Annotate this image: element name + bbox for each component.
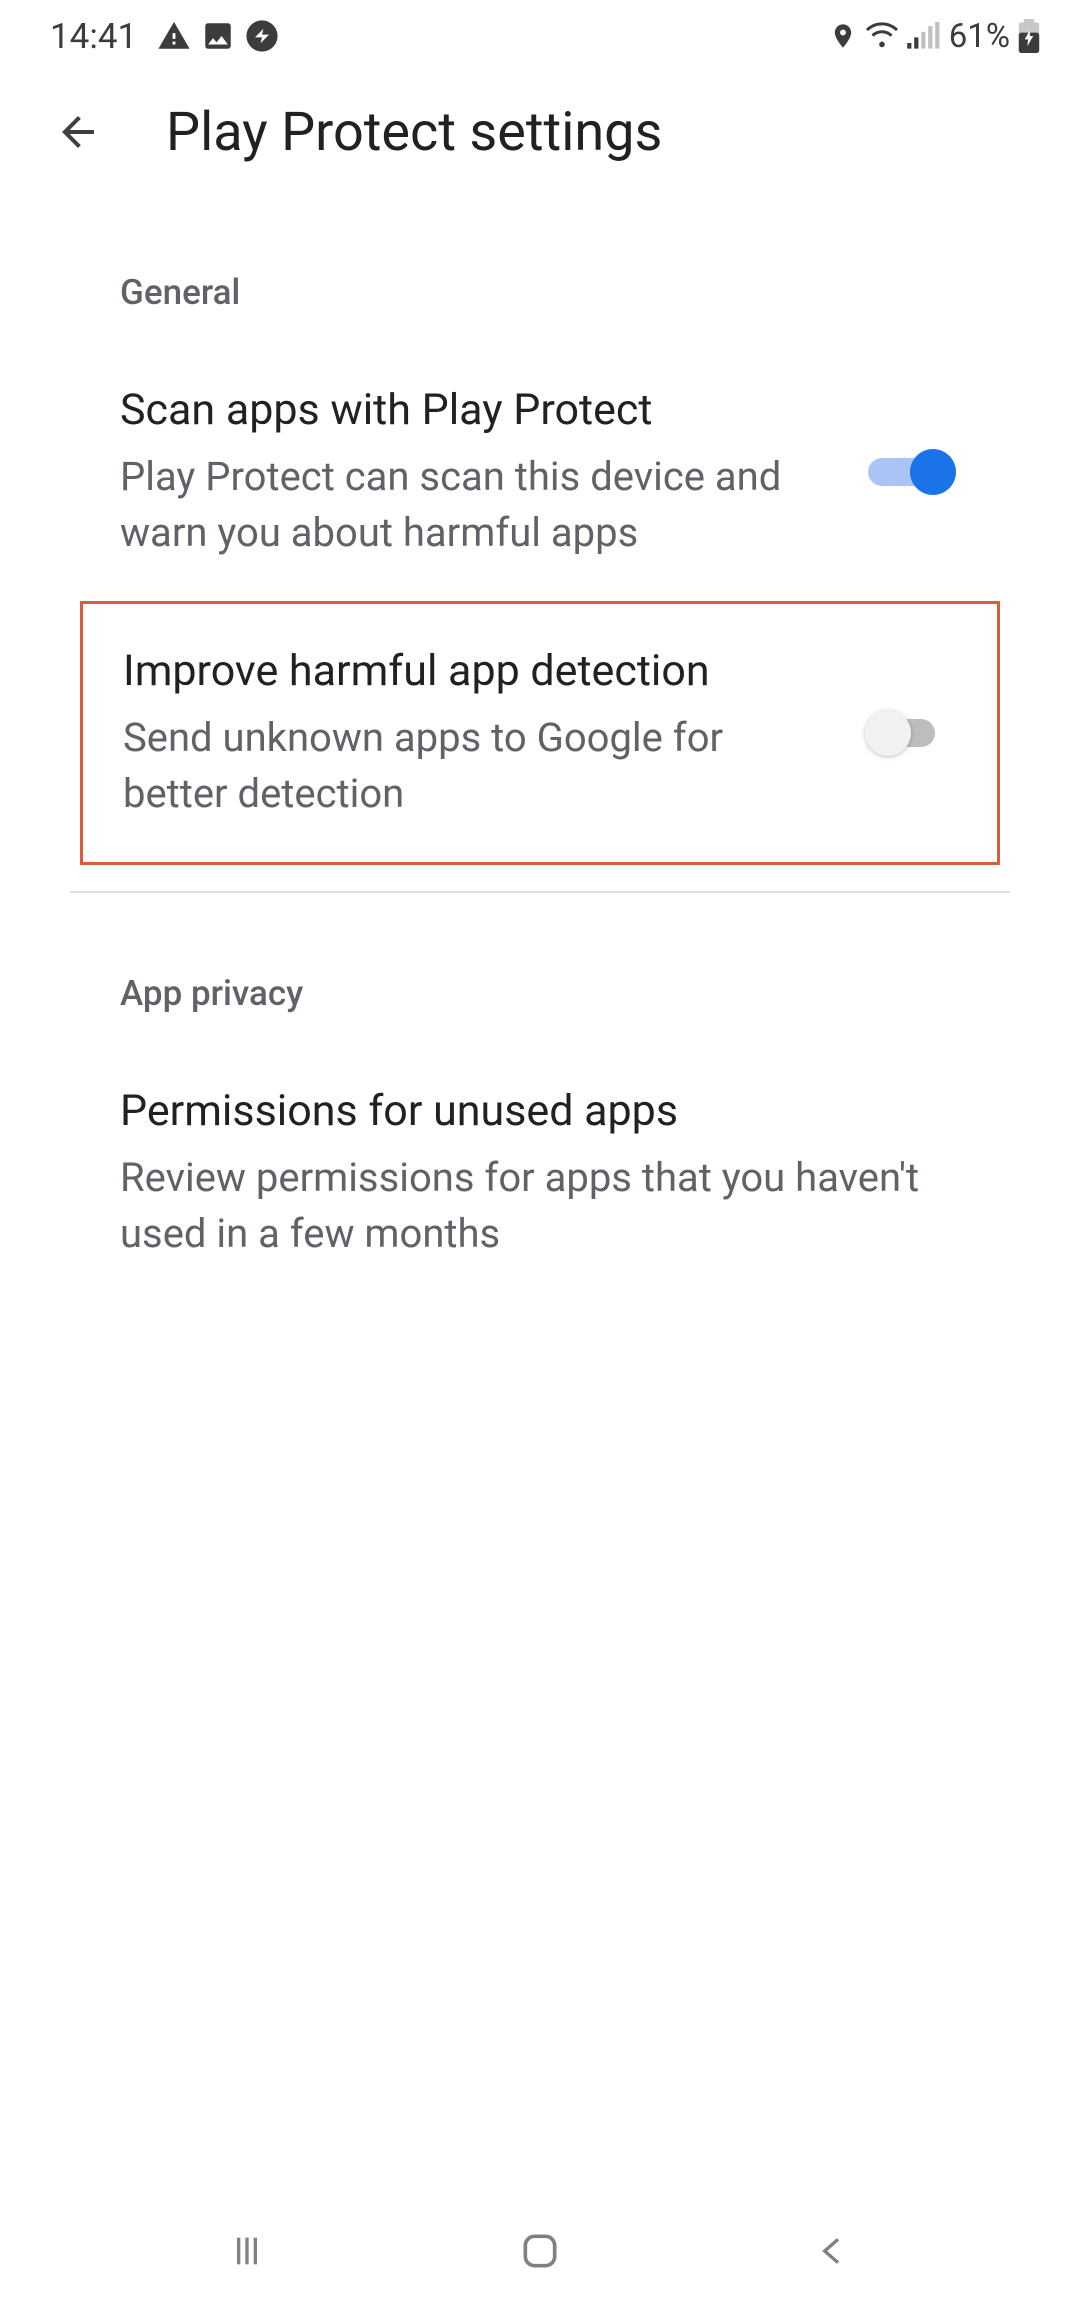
warning-icon [157,19,191,53]
app-icon [245,19,279,53]
content: General Scan apps with Play Protect Play… [0,192,1080,1302]
arrow-back-icon [54,108,102,156]
image-icon [201,19,235,53]
section-header-general: General [0,192,1080,343]
battery-icon [1018,19,1040,53]
home-icon [518,2229,562,2273]
location-icon [829,22,857,50]
setting-title: Permissions for unused apps [120,1084,960,1140]
setting-permissions-unused[interactable]: Permissions for unused apps Review permi… [0,1044,1080,1302]
setting-text: Permissions for unused apps Review permi… [120,1084,960,1262]
status-time: 14:41 [50,16,137,57]
toggle-scan-apps[interactable] [868,447,960,497]
wifi-icon [865,22,899,50]
setting-description: Play Protect can scan this device and wa… [120,449,828,561]
nav-back-button[interactable] [783,2221,883,2281]
status-left: 14:41 [50,16,279,57]
setting-improve-detection[interactable]: Improve harmful app detection Send unkno… [80,601,1000,865]
chevron-left-icon [813,2231,853,2271]
setting-text: Scan apps with Play Protect Play Protect… [120,383,828,561]
setting-title: Improve harmful app detection [123,644,825,700]
setting-text: Improve harmful app detection Send unkno… [123,644,825,822]
nav-recents-button[interactable] [197,2221,297,2281]
setting-description: Send unknown apps to Google for better d… [123,710,825,822]
page-title: Play Protect settings [166,101,662,164]
nav-home-button[interactable] [490,2221,590,2281]
section-header-privacy: App privacy [0,893,1080,1044]
back-button[interactable] [50,104,106,160]
navigation-bar [0,2186,1080,2316]
recents-icon [227,2231,267,2271]
status-right: 61% [829,17,1040,56]
battery-percentage: 61% [949,17,1010,56]
setting-title: Scan apps with Play Protect [120,383,828,439]
status-bar: 14:41 61% [0,0,1080,72]
signal-icon [907,22,941,50]
toggle-improve-detection[interactable] [865,708,957,758]
setting-scan-apps[interactable]: Scan apps with Play Protect Play Protect… [0,343,1080,601]
app-bar: Play Protect settings [0,72,1080,192]
setting-description: Review permissions for apps that you hav… [120,1150,960,1262]
